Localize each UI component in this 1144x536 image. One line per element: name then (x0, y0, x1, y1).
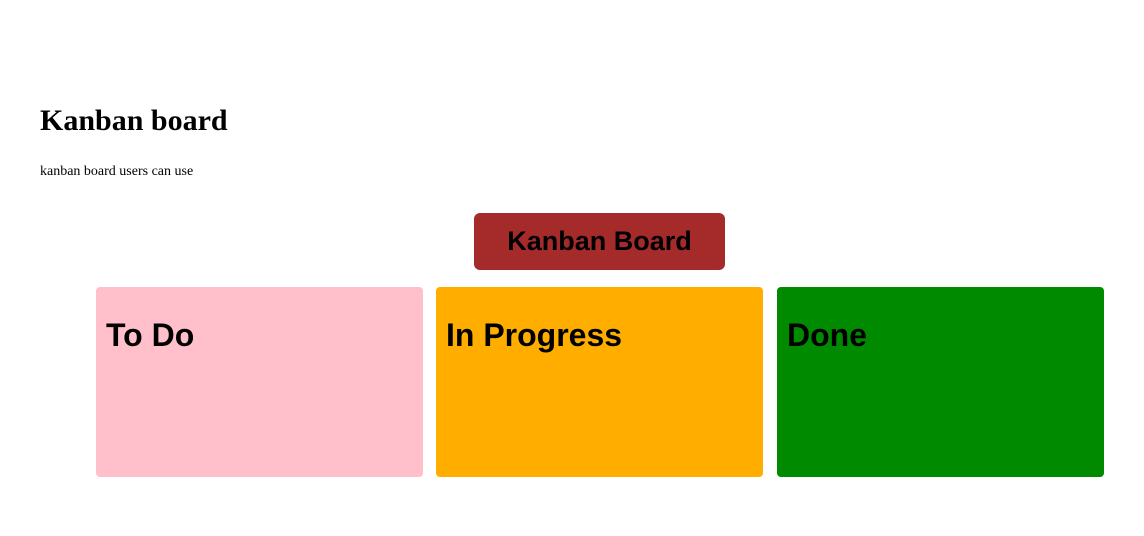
column-done[interactable]: Done (777, 287, 1104, 477)
column-title: In Progress (446, 317, 623, 353)
column-to-do[interactable]: To Do (96, 287, 423, 477)
column-in-progress[interactable]: In Progress (436, 287, 763, 477)
page-title: Kanban board (40, 104, 228, 137)
column-title: To Do (106, 317, 195, 353)
page-subtitle: kanban board users can use (40, 164, 194, 179)
column-title: Done (787, 317, 867, 353)
kanban-board-button[interactable]: Kanban Board (474, 213, 725, 270)
